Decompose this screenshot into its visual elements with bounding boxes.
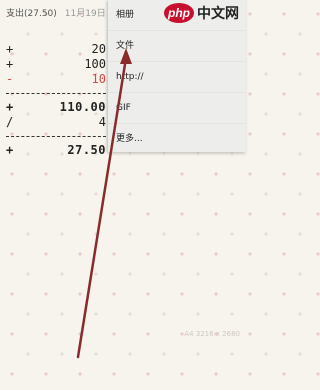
arrow-shaft [76, 56, 128, 359]
annotation-arrow [76, 48, 132, 359]
arrow-head [120, 48, 132, 64]
